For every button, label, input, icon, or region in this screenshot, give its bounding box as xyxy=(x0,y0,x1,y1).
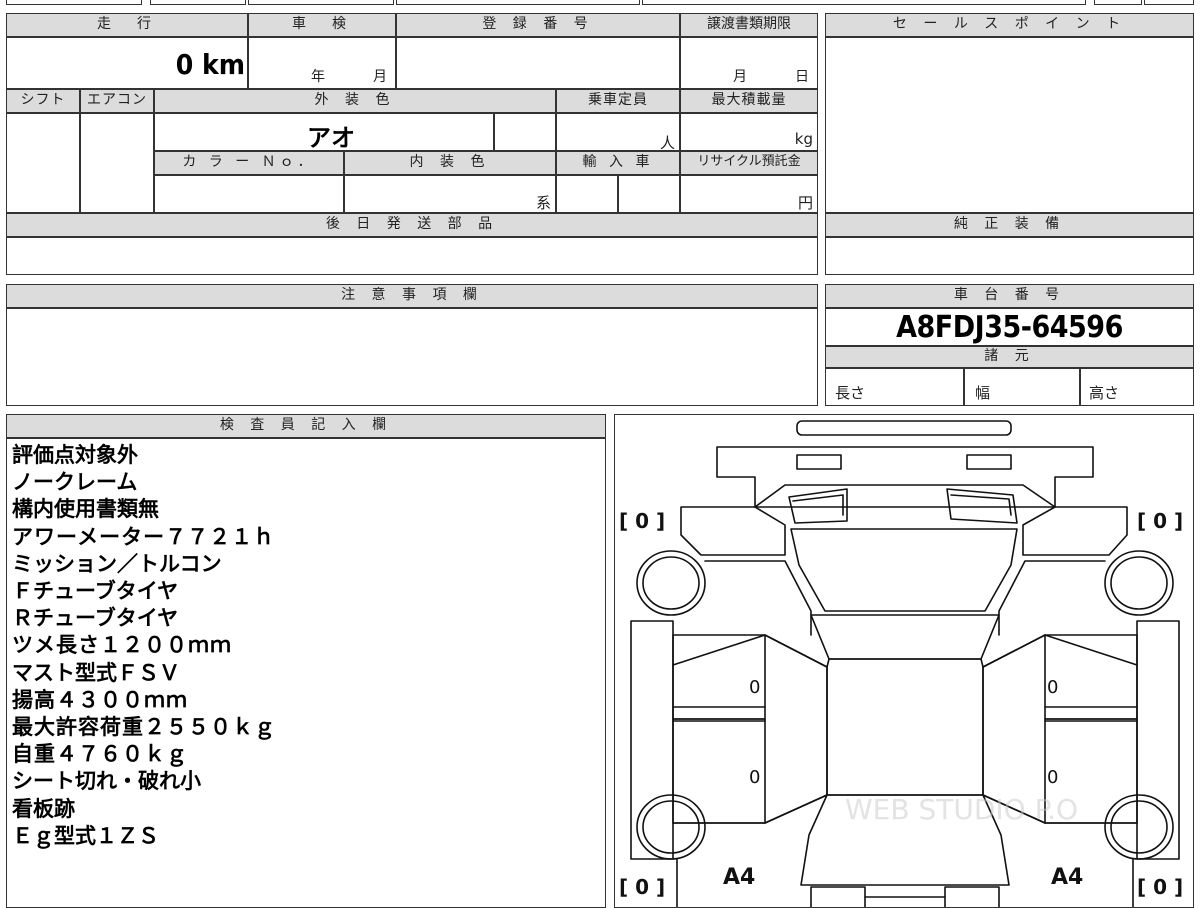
spec-length-label: 長さ xyxy=(835,384,866,402)
left-rear-mark: A4 xyxy=(723,865,756,890)
capacity-cell: 人 xyxy=(556,113,680,152)
note-line: マスト型式ＦＳＶ xyxy=(12,660,180,685)
left-door-front-value: 0 xyxy=(749,677,761,698)
note-line: ツメ長さ１２００ｍｍ xyxy=(12,633,232,658)
transfer-deadline-cell: 月 日 xyxy=(680,37,818,89)
interior-color-header: 内 装 色 xyxy=(344,151,556,175)
right-door-rear-value: 0 xyxy=(1047,767,1059,788)
mileage-header: 走 行 xyxy=(6,13,248,37)
right-rear-mark: A4 xyxy=(1051,865,1084,890)
exterior-color-header: 外 装 色 xyxy=(154,89,556,113)
note-line: ミッション／トルコン xyxy=(12,551,222,576)
spec-height-cell: 高さ xyxy=(1080,368,1194,406)
exterior-color-extra-cell xyxy=(494,113,556,151)
transfer-month-unit: 月 xyxy=(733,69,747,85)
interior-color-cell: 系 xyxy=(344,175,556,213)
genuine-equipment-cell xyxy=(825,237,1194,275)
left-door-rear-value: 0 xyxy=(749,767,761,788)
note-line: Ｒチューブタイヤ xyxy=(12,606,179,631)
inspector-header: 検 査 員 記 入 欄 xyxy=(6,414,606,438)
recycle-unit: 円 xyxy=(797,194,813,212)
capacity-unit: 人 xyxy=(659,134,675,152)
tire-front-right-label: [ 0 ] xyxy=(1137,509,1184,533)
spec-width-cell: 幅 xyxy=(964,368,1080,406)
specs-header: 諸 元 xyxy=(825,346,1194,368)
vehicle-diagram: WEB STUDIO P.O [ 0 ] [ 0 ] [ 0 ] [ 0 ] 0… xyxy=(614,414,1194,908)
shift-cell xyxy=(6,113,80,213)
recycle-header: リサイクル預託金 xyxy=(680,151,818,175)
shaken-header: 車 検 xyxy=(248,13,396,37)
chassis-number-cell: A8FDJ35-64596 xyxy=(825,308,1194,346)
spec-width-label: 幅 xyxy=(975,384,991,402)
aircon-cell xyxy=(80,113,154,213)
diagram-watermark: WEB STUDIO P.O xyxy=(845,793,1078,826)
shaken-month-unit: 月 xyxy=(373,69,387,85)
max-load-unit: kg xyxy=(794,130,813,148)
transfer-deadline-header: 譲渡書類期限 xyxy=(680,13,818,37)
note-line: ノークレーム xyxy=(12,470,138,495)
transfer-day-unit: 日 xyxy=(795,69,809,85)
note-line: 揚高４３００ｍｍ xyxy=(12,687,188,712)
aircon-header: エアコン xyxy=(80,89,154,113)
import-header: 輸 入 車 xyxy=(556,151,680,175)
notice-cell xyxy=(6,308,818,406)
color-no-header: カ ラ ー Ｎｏ． xyxy=(154,151,344,175)
import-cell-b xyxy=(618,175,680,213)
color-no-cell xyxy=(154,175,344,213)
note-line: 評価点対象外 xyxy=(12,443,138,467)
sales-point-cell xyxy=(825,37,1194,213)
interior-color-unit: 系 xyxy=(535,194,551,212)
later-parts-header: 後 日 発 送 部 品 xyxy=(6,213,818,237)
registration-cell xyxy=(396,37,680,89)
note-line: 最大許容荷重２５５０ｋｇ xyxy=(12,715,276,740)
mileage-value: 0 km xyxy=(175,48,245,81)
spec-height-label: 高さ xyxy=(1089,384,1120,402)
shaken-cell: 年 月 xyxy=(248,37,396,89)
tire-rear-left-label: [ 0 ] xyxy=(619,875,666,899)
note-line: 構内使用書類無 xyxy=(12,497,159,522)
notice-header: 注 意 事 項 欄 xyxy=(6,284,818,308)
exterior-color-cell: アオ xyxy=(154,113,494,152)
tire-rear-right-label: [ 0 ] xyxy=(1137,875,1184,899)
import-cell-a xyxy=(556,175,618,213)
spec-length-cell: 長さ xyxy=(825,368,964,406)
vehicle-outline-svg: WEB STUDIO P.O xyxy=(630,420,1180,907)
note-line: シート切れ・破れ小 xyxy=(12,769,201,794)
chassis-number-header: 車 台 番 号 xyxy=(825,284,1194,308)
note-line: 自重４７６０ｋｇ xyxy=(12,742,188,767)
vehicle-info-grid: 走 行 車 検 登 録 番 号 譲渡書類期限 0 km 年 月 月 日 シフト … xyxy=(6,13,818,275)
later-parts-cell xyxy=(6,237,818,275)
exterior-color-value: アオ xyxy=(307,124,355,152)
note-line: 看板跡 xyxy=(12,796,75,821)
tire-front-left-label: [ 0 ] xyxy=(619,509,666,533)
shift-header: シフト xyxy=(6,89,80,113)
top-strip xyxy=(0,0,1200,8)
recycle-cell: 円 xyxy=(680,175,818,213)
note-line: Ｅｇ型式１ＺＳ xyxy=(12,823,159,848)
inspector-notes: 評価点対象外 ノークレーム 構内使用書類無 アワーメーター７７２１ｈ ミッション… xyxy=(12,442,276,850)
genuine-equipment-header: 純 正 装 備 xyxy=(825,213,1194,237)
capacity-header: 乗車定員 xyxy=(556,89,680,113)
note-line: Ｆチューブタイヤ xyxy=(12,579,179,604)
max-load-cell: kg xyxy=(680,113,818,151)
chassis-number-value: A8FDJ35-64596 xyxy=(896,310,1123,345)
registration-header: 登 録 番 号 xyxy=(396,13,680,37)
note-line: アワーメーター７７２１ｈ xyxy=(12,524,276,549)
max-load-header: 最大積載量 xyxy=(680,89,818,113)
shaken-year-unit: 年 xyxy=(311,69,325,85)
mileage-cell: 0 km xyxy=(6,37,248,89)
right-door-front-value: 0 xyxy=(1047,677,1059,698)
sales-point-header: セ ー ル ス ポ イ ン ト xyxy=(825,13,1194,37)
